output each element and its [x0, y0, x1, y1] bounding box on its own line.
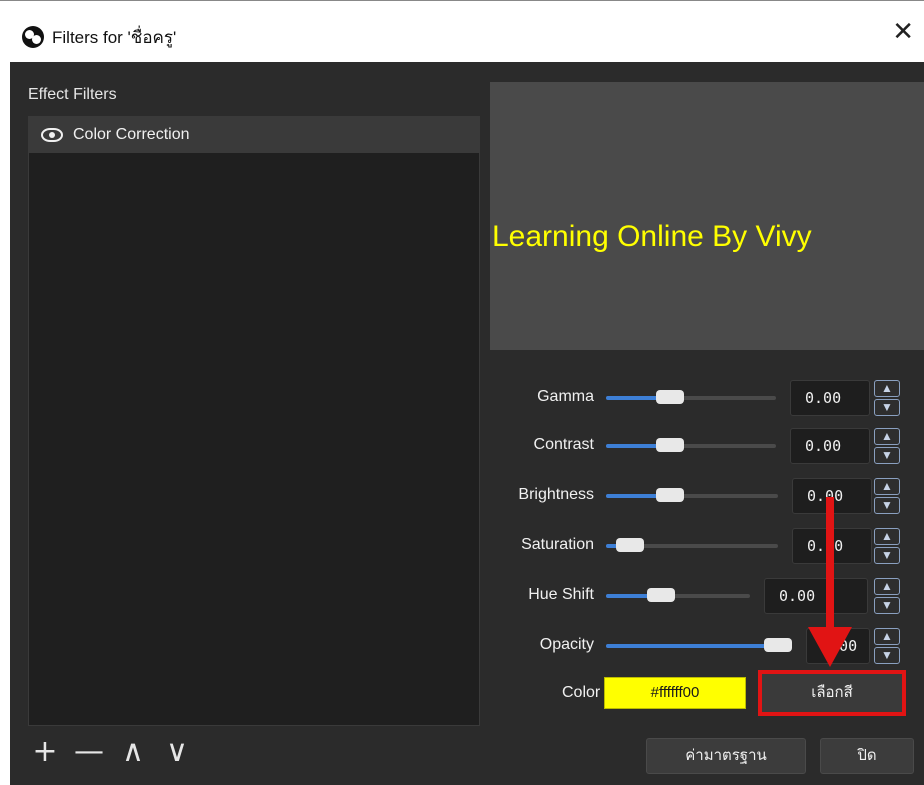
effect-filters-label: Effect Filters	[28, 86, 117, 103]
property-label: Gamma	[537, 388, 594, 405]
spin-buttons: ▲ ▼	[874, 628, 900, 664]
preview-text: Learning Online By Vivy	[492, 220, 812, 253]
increment-icon[interactable]: ▲	[874, 628, 900, 645]
decrement-icon[interactable]: ▼	[874, 547, 900, 564]
move-down-icon[interactable]: ∨	[164, 734, 190, 769]
increment-icon[interactable]: ▲	[874, 428, 900, 445]
filter-item-color-correction[interactable]: Color Correction	[29, 117, 479, 153]
increment-icon[interactable]: ▲	[874, 478, 900, 495]
add-filter-icon[interactable]: +	[32, 734, 58, 769]
property-slider[interactable]	[606, 438, 776, 452]
spin-buttons: ▲ ▼	[874, 478, 900, 514]
property-label: Opacity	[539, 636, 594, 653]
color-swatch: #ffffff00	[604, 677, 746, 709]
defaults-button[interactable]: ค่ามาตรฐาน	[646, 738, 806, 774]
property-value-field[interactable]: 0.00	[790, 428, 870, 464]
spin-buttons: ▲ ▼	[874, 428, 900, 464]
property-slider[interactable]	[606, 588, 750, 602]
decrement-icon[interactable]: ▼	[874, 497, 900, 514]
spin-buttons: ▲ ▼	[874, 380, 900, 416]
spin-buttons: ▲ ▼	[874, 578, 900, 614]
window-title: Filters for 'ชื่อครู'	[52, 28, 177, 47]
remove-filter-icon[interactable]: —	[74, 734, 104, 769]
close-icon[interactable]: ✕	[892, 18, 914, 44]
property-label: Brightness	[518, 486, 594, 503]
spin-buttons: ▲ ▼	[874, 528, 900, 564]
source-preview: Learning Online By Vivy	[490, 82, 924, 350]
property-label: Hue Shift	[528, 586, 594, 603]
slider-knob[interactable]	[616, 538, 644, 552]
decrement-icon[interactable]: ▼	[874, 399, 900, 416]
slider-knob[interactable]	[647, 588, 675, 602]
property-value-field[interactable]: 0.00	[790, 380, 870, 416]
decrement-icon[interactable]: ▼	[874, 597, 900, 614]
slider-knob[interactable]	[656, 390, 684, 404]
title-bar: Filters for 'ชื่อครู' ✕	[0, 0, 924, 62]
annotation-arrow-shaft	[826, 497, 834, 633]
property-label: Contrast	[533, 436, 594, 453]
property-value-field[interactable]: 0.00	[764, 578, 868, 614]
slider-knob[interactable]	[656, 488, 684, 502]
filter-item-label: Color Correction	[73, 126, 190, 143]
property-value: 0.00	[779, 587, 816, 605]
slider-knob[interactable]	[656, 438, 684, 452]
color-label: Color	[562, 684, 601, 701]
increment-icon[interactable]: ▲	[874, 528, 900, 545]
decrement-icon[interactable]: ▼	[874, 447, 900, 464]
property-label: Saturation	[521, 536, 594, 553]
close-button[interactable]: ปิด	[820, 738, 914, 774]
increment-icon[interactable]: ▲	[874, 578, 900, 595]
filter-list-toolbar: + — ∧ ∨	[32, 734, 190, 769]
slider-fill	[606, 644, 772, 648]
property-value: 0.00	[805, 389, 842, 407]
annotation-arrow-head	[808, 627, 852, 667]
property-value: 0.00	[805, 437, 842, 455]
decrement-icon[interactable]: ▼	[874, 647, 900, 664]
increment-icon[interactable]: ▲	[874, 380, 900, 397]
property-slider[interactable]	[606, 538, 778, 552]
effect-filters-list[interactable]: Color Correction	[28, 116, 480, 726]
eye-icon[interactable]	[41, 128, 63, 142]
property-slider[interactable]	[606, 488, 778, 502]
property-slider[interactable]	[606, 638, 792, 652]
slider-knob[interactable]	[764, 638, 792, 652]
select-color-button[interactable]: เลือกสี	[758, 670, 906, 716]
property-slider[interactable]	[606, 390, 776, 404]
move-up-icon[interactable]: ∧	[120, 734, 146, 769]
obs-logo-icon	[22, 26, 44, 48]
